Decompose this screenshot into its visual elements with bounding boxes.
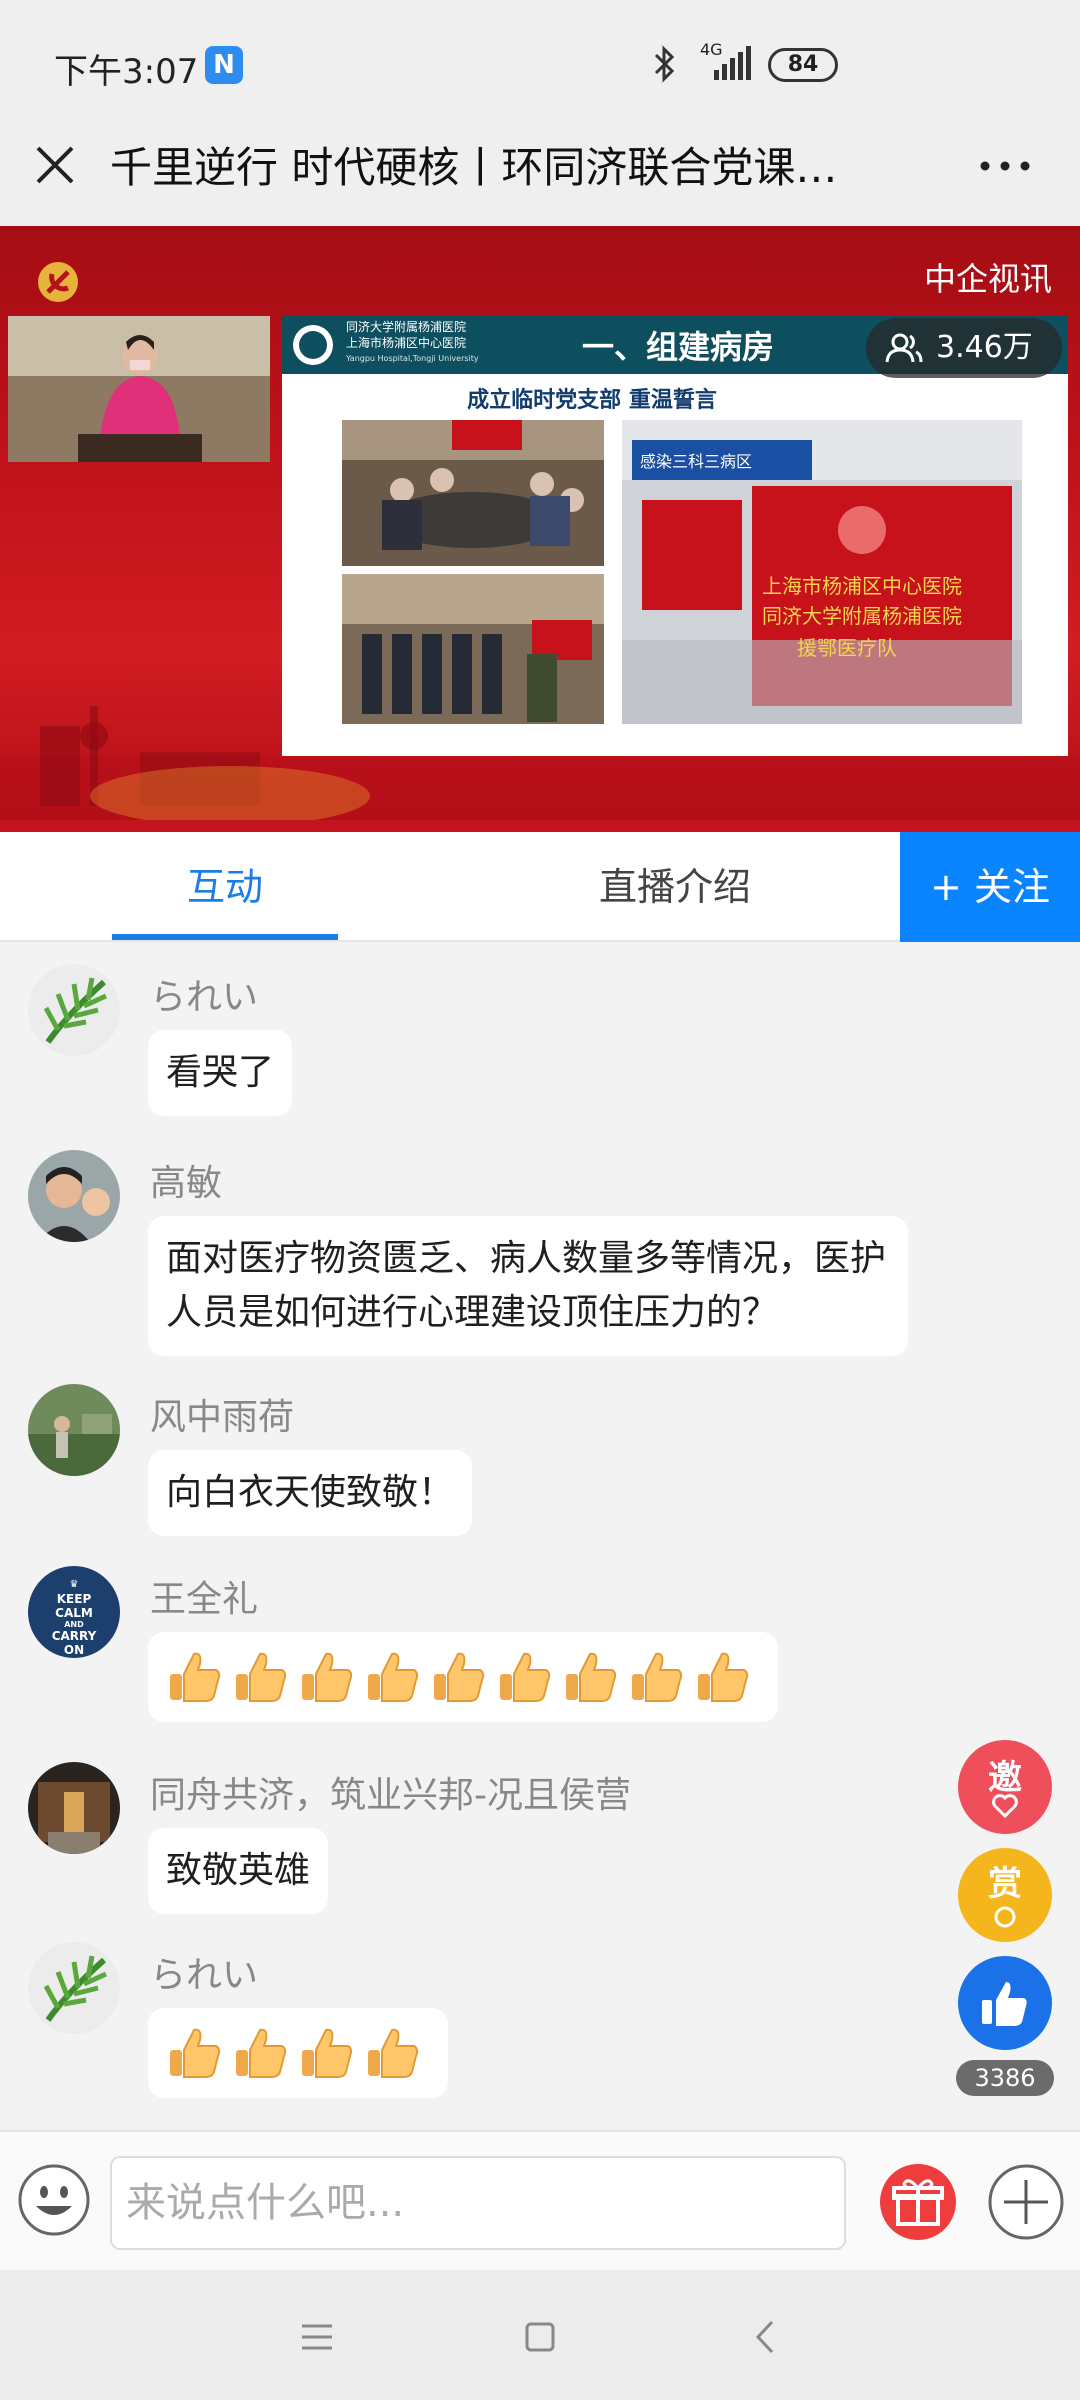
thumbs-up-emoji-icon	[368, 1652, 419, 1702]
banner-line2: 同济大学附属杨浦医院	[762, 604, 962, 628]
thumbs-up-emoji-icon	[632, 1652, 683, 1702]
status-bar: 下午3:07 N 4G 84	[0, 0, 1080, 126]
thumbs-up-emoji-icon	[434, 1652, 485, 1702]
video-brand: 中企视讯	[923, 260, 1052, 298]
battery-indicator: 84	[768, 48, 838, 82]
avatar[interactable]: ♛ KEEP CALM AND CARRY ON	[28, 1566, 120, 1658]
invite-button[interactable]: 邀	[958, 1740, 1052, 1834]
avatar-text: KEEP	[56, 1592, 92, 1606]
thumbs-up-emoji-icon	[698, 1652, 749, 1702]
slide-hospital-en: Yangpu Hospital,Tongji University	[346, 354, 479, 363]
back-icon[interactable]	[742, 2312, 792, 2362]
banner-line1: 上海市杨浦区中心医院	[762, 574, 962, 598]
thumbs-up-emoji-icon	[170, 2028, 221, 2078]
comment-input[interactable]: 来说点什么吧...	[110, 2156, 846, 2250]
viewer-count: 3.46万	[866, 318, 1062, 378]
speaker-video-inset	[8, 316, 270, 462]
reward-label: 赏	[988, 1864, 1022, 1904]
comment-input-bar: 来说点什么吧...	[0, 2130, 1080, 2270]
slide-hospital-line1: 同济大学附属杨浦医院	[346, 320, 467, 334]
tab-bar: 互动 直播介绍 + 关注	[0, 832, 1080, 942]
username: 王全礼	[150, 1579, 259, 1620]
emoji-icon[interactable]	[16, 2162, 92, 2238]
heart-icon	[992, 1794, 1018, 1818]
thumbs-up-emoji-icon	[236, 2028, 287, 2078]
reward-button[interactable]: 赏	[958, 1848, 1052, 1942]
crown-icon: ♛	[69, 1579, 79, 1590]
hospital-logo-icon	[293, 325, 333, 365]
more-options-icon[interactable]	[975, 146, 1035, 186]
avatar[interactable]	[28, 1762, 120, 1854]
party-emblem-logo	[38, 262, 78, 302]
like-count: 3386	[956, 2060, 1054, 2096]
close-icon[interactable]	[30, 140, 80, 190]
menu-icon[interactable]	[292, 2312, 342, 2362]
username: 同舟共济，筑业兴邦-况且侯营	[150, 1775, 631, 1816]
username: られい	[150, 977, 259, 1018]
message-bubble: 看哭了	[148, 1030, 293, 1116]
gift-icon[interactable]	[878, 2162, 958, 2242]
message-bubble-thumbs	[148, 1632, 778, 1722]
add-icon[interactable]	[986, 2162, 1066, 2242]
invite-label: 邀	[988, 1758, 1022, 1798]
slide-photo-banner: 感染三科三病区 上海市杨浦区中心医院 同济大学附属杨浦医院 援鄂医疗队	[622, 420, 1022, 724]
username: 风中雨荷	[150, 1397, 295, 1438]
message-bubble: 向白衣天使致敬！	[148, 1450, 473, 1536]
thumbs-up-emoji-icon	[500, 1652, 551, 1702]
ward-sign: 感染三科三病区	[640, 452, 753, 471]
thumbs-up-icon	[982, 1982, 1027, 2026]
status-time: 下午3:07	[54, 52, 199, 92]
message-bubble: 面对医疗物资匮乏、病人数量多等情况，医护人员是如何进行心理建设顶住压力的？	[148, 1216, 908, 1356]
people-icon	[885, 333, 923, 363]
like-button[interactable]	[958, 1956, 1052, 2050]
username: られい	[150, 1955, 259, 1996]
home-icon[interactable]	[515, 2312, 565, 2362]
viewer-count-text: 3.46万	[936, 330, 1033, 365]
avatar[interactable]	[28, 1942, 120, 2034]
slide-hospital-line2: 上海市杨浦区中心医院	[346, 336, 467, 350]
slide-title: 一、组建病房	[582, 328, 775, 366]
avatar[interactable]	[28, 964, 120, 1056]
thumbs-up-emoji-icon	[236, 1652, 287, 1702]
message-bubble: 致敬英雄	[148, 1828, 329, 1914]
avatar-text: ON	[63, 1643, 85, 1657]
coin-icon	[994, 1906, 1016, 1928]
avatar-text: AND	[64, 1620, 84, 1629]
message-bubble-thumbs	[148, 2008, 448, 2098]
slide-subtitle: 成立临时党支部 重温誓言	[467, 388, 717, 413]
live-video-player[interactable]: 中企视讯 同济大学附属杨浦医院 上海市杨浦区中心医院 Yangpu Hospit…	[0, 226, 1080, 832]
thumbs-up-emoji-icon	[302, 2028, 353, 2078]
app-notification-icon: N	[205, 46, 243, 84]
username: 高敏	[150, 1163, 223, 1204]
bluetooth-icon	[654, 45, 675, 83]
avatar[interactable]	[28, 1384, 120, 1476]
banner-line3: 援鄂医疗队	[797, 636, 897, 660]
city-skyline-decoration	[0, 706, 1080, 832]
avatar-text: CARRY	[51, 1629, 97, 1643]
thumbs-up-emoji-icon	[302, 1652, 353, 1702]
avatar[interactable]	[28, 1150, 120, 1242]
page-title: 千里逆行 时代硬核丨环同济联合党课…	[110, 143, 838, 192]
tab-live-intro[interactable]: 直播介绍	[560, 832, 790, 942]
follow-button[interactable]: + 关注	[900, 832, 1080, 942]
title-bar: 千里逆行 时代硬核丨环同济联合党课…	[0, 126, 1080, 226]
thumbs-up-emoji-icon	[368, 2028, 419, 2078]
presentation-slide: 同济大学附属杨浦医院 上海市杨浦区中心医院 Yangpu Hospital,To…	[282, 316, 1068, 756]
active-tab-indicator	[112, 934, 338, 940]
chat-list[interactable]: られい 看哭了 高敏 面对医疗物资匮乏、病人数量多等情况，医护人员是如何进行心理…	[0, 944, 1080, 2130]
slide-photo-meeting	[342, 420, 604, 566]
avatar-text: CALM	[55, 1606, 93, 1620]
thumbs-up-emoji-icon	[170, 1652, 221, 1702]
thumbs-up-emoji-icon	[566, 1652, 617, 1702]
signal-icon	[714, 46, 751, 80]
tab-interact[interactable]: 互动	[110, 832, 340, 942]
system-nav-bar	[0, 2270, 1080, 2400]
